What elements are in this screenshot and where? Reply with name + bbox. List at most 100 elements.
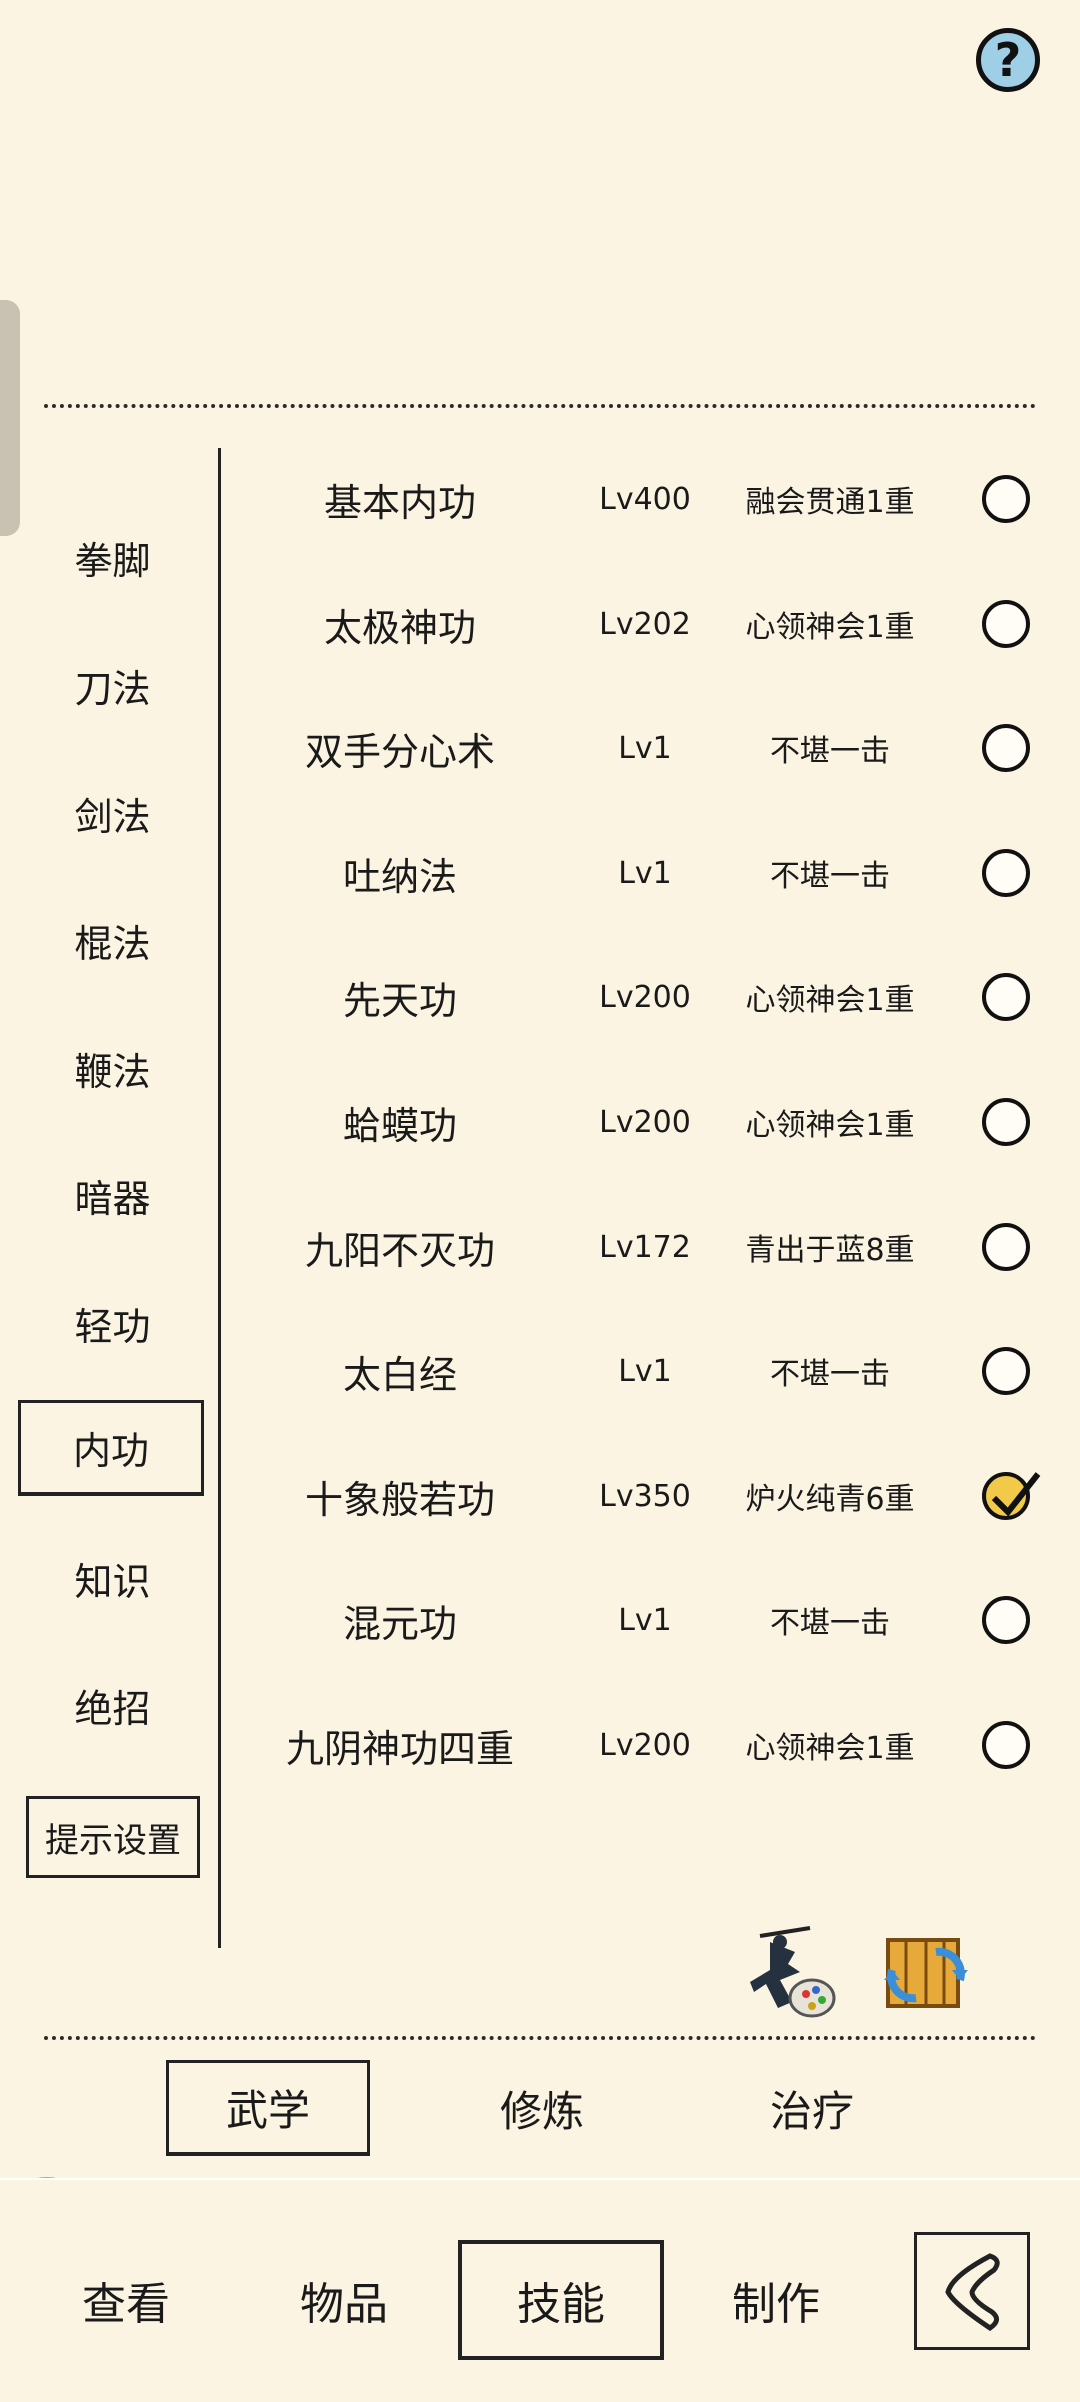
category-qinggong[interactable]: 轻功 [30,1286,195,1360]
category-label: 鞭法 [74,1049,151,1094]
skill-row[interactable]: 混元功 Lv1 不堪一击 [230,1565,1050,1675]
skill-rank: 不堪一击 [770,734,890,769]
skill-rank: 不堪一击 [770,1606,890,1641]
skill-name: 蛤蟆功 [342,1103,457,1148]
category-label: 轻功 [74,1304,151,1349]
skill-name: 基本内功 [323,480,476,525]
category-daofa[interactable]: 刀法 [30,648,195,722]
skill-row[interactable]: 九阳不灭功 Lv172 青出于蓝8重 [230,1192,1050,1302]
nav-wupin[interactable]: 物品 [244,2245,444,2355]
category-anqi[interactable]: 暗器 [30,1158,195,1232]
skill-checkbox[interactable] [982,1098,1030,1146]
skill-level: Lv1 [618,730,672,766]
skill-rank: 心领神会1重 [745,1731,915,1766]
skill-level: Lv200 [599,1104,691,1140]
nav-label: 制作 [732,2279,820,2330]
skill-rank: 炉火纯青6重 [745,1482,915,1517]
nav-label: 物品 [300,2279,388,2330]
skill-row[interactable]: 先天功 Lv200 心领神会1重 [230,942,1050,1052]
divider-bottom [44,2036,1036,2040]
help-button[interactable]: ? [976,28,1040,92]
tip-settings-label: 提示设置 [45,1820,181,1861]
skill-row[interactable]: 十象般若功 Lv350 炉火纯青6重 [230,1441,1050,1551]
skill-level: Lv202 [599,606,691,642]
nav-jineng[interactable]: 技能 [458,2240,664,2360]
category-label: 内功 [72,1429,149,1473]
category-divider [218,448,221,1948]
refresh-scroll-icon[interactable] [876,1922,976,2022]
back-button[interactable] [914,2232,1030,2350]
skill-checkbox[interactable] [982,1223,1030,1271]
category-label: 棍法 [74,921,151,966]
skill-rank: 心领神会1重 [745,610,915,645]
tab-xiulian[interactable]: 修炼 [440,2060,644,2156]
category-quanjiao[interactable]: 拳脚 [30,520,195,594]
tab-label: 修炼 [499,2086,584,2136]
nav-label: 技能 [517,2279,605,2330]
skill-checkbox[interactable] [982,600,1030,648]
skill-name: 太白经 [342,1352,457,1397]
skill-name: 十象般若功 [304,1477,495,1522]
skill-row[interactable]: 太白经 Lv1 不堪一击 [230,1316,1050,1426]
skill-checkbox[interactable] [982,475,1030,523]
skill-checkbox[interactable] [982,849,1030,897]
skill-name: 太极神功 [323,605,476,650]
skill-checkbox[interactable] [982,1596,1030,1644]
skill-checkbox[interactable] [982,1472,1041,1520]
swordsman-palette-icon[interactable] [740,1922,840,2022]
tab-label: 武学 [225,2086,310,2135]
skill-level: Lv200 [599,1727,691,1763]
category-label: 刀法 [74,666,151,711]
skill-name: 九阳不灭功 [304,1228,495,1273]
category-neigong[interactable]: 内功 [18,1400,204,1496]
skill-level: Lv172 [599,1229,691,1265]
skill-name: 先天功 [342,978,457,1023]
back-arrow-icon [945,2253,1000,2332]
skill-checkbox[interactable] [982,973,1030,1021]
category-label: 绝招 [74,1686,151,1731]
tab-wuxue[interactable]: 武学 [166,2060,370,2156]
skill-rank: 青出于蓝8重 [745,1233,915,1268]
skill-name: 九阴神功四重 [285,1726,514,1771]
tab-label: 治疗 [769,2086,854,2136]
checkmark-icon [991,1472,1041,1517]
divider-top [44,404,1036,408]
skill-level: Lv200 [599,979,691,1015]
skill-level: Lv1 [618,1353,672,1389]
skill-row[interactable]: 基本内功 Lv400 融会贯通1重 [230,444,1050,554]
side-pull-tab[interactable] [0,300,20,536]
skill-rank: 不堪一击 [770,859,890,894]
skill-level: Lv400 [599,481,691,517]
question-mark-icon: ? [994,33,1022,87]
category-label: 暗器 [74,1176,151,1221]
category-label: 拳脚 [74,538,151,583]
category-gunfa[interactable]: 棍法 [30,903,195,977]
skill-rank: 心领神会1重 [745,1108,915,1143]
skill-level: Lv1 [618,1602,672,1638]
skill-checkbox[interactable] [982,1721,1030,1769]
skill-level: Lv350 [599,1478,691,1514]
skill-checkbox[interactable] [982,724,1030,772]
tip-settings-button[interactable]: 提示设置 [26,1796,200,1878]
skill-name: 吐纳法 [342,854,457,899]
category-jianfa[interactable]: 剑法 [30,776,195,850]
skill-checkbox[interactable] [982,1347,1030,1395]
skill-rank: 融会贯通1重 [745,485,915,520]
skill-row[interactable]: 吐纳法 Lv1 不堪一击 [230,818,1050,928]
nav-zhizuo[interactable]: 制作 [676,2245,876,2355]
category-bianfa[interactable]: 鞭法 [30,1031,195,1105]
skill-row[interactable]: 九阴神功四重 Lv200 心领神会1重 [230,1690,1050,1800]
skill-name: 混元功 [342,1601,457,1646]
skill-name: 双手分心术 [304,729,495,774]
skill-rank: 心领神会1重 [745,983,915,1018]
skill-row[interactable]: 太极神功 Lv202 心领神会1重 [230,569,1050,679]
skill-rank: 不堪一击 [770,1357,890,1392]
skill-row[interactable]: 蛤蟆功 Lv200 心领神会1重 [230,1067,1050,1177]
nav-chakan[interactable]: 查看 [26,2245,226,2355]
skill-row[interactable]: 双手分心术 Lv1 不堪一击 [230,693,1050,803]
skill-level: Lv1 [618,855,672,891]
category-juezhao[interactable]: 绝招 [30,1668,195,1742]
nav-label: 查看 [82,2279,170,2330]
category-zhishi[interactable]: 知识 [30,1541,195,1615]
tab-zhiliao[interactable]: 治疗 [710,2060,914,2156]
